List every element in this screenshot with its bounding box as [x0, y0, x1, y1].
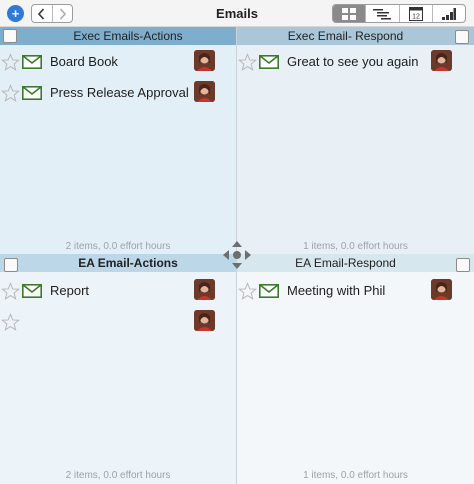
calendar-view-icon: 12 — [408, 7, 423, 21]
item-label: Board Book — [50, 54, 118, 69]
avatar — [194, 310, 215, 331]
item-label: Report — [50, 283, 90, 298]
star-icon[interactable] — [1, 282, 20, 301]
avatar — [431, 279, 452, 300]
toolbar: + Emails 12 — [0, 0, 474, 27]
star-icon[interactable] — [238, 282, 257, 301]
list-item[interactable]: Great to see you again — [237, 50, 474, 76]
mail-icon — [22, 55, 42, 69]
quadrant-checkbox[interactable] — [3, 29, 17, 43]
add-button[interactable]: + — [7, 5, 24, 22]
forward-button[interactable] — [51, 5, 72, 22]
chevron-left-icon — [38, 7, 45, 20]
quadrant-header: Exec Emails-Actions — [0, 27, 236, 45]
mail-icon — [22, 284, 42, 298]
avatar — [194, 81, 215, 102]
mail-icon — [22, 86, 42, 100]
chevron-right-icon — [59, 7, 67, 20]
item-label: Great to see you again — [287, 54, 419, 69]
move-arrows-icon[interactable] — [221, 239, 253, 271]
mail-icon — [259, 55, 279, 69]
quadrant-header: Exec Email- Respond — [237, 27, 474, 45]
quadrant-ea-email-actions[interactable]: EA Email-Actions Report 2 items, 0.0 eff… — [0, 254, 237, 484]
item-label: Meeting with Phil — [287, 283, 386, 298]
calendar-view-button[interactable]: 12 — [398, 5, 432, 22]
quadrant-checkbox[interactable] — [4, 258, 18, 272]
star-icon[interactable] — [238, 53, 257, 72]
avatar — [194, 50, 215, 71]
navigation-buttons — [31, 4, 73, 23]
view-switcher: 12 — [332, 4, 466, 23]
outline-view-icon — [373, 8, 392, 19]
star-icon[interactable] — [1, 84, 20, 103]
quadrant-footer: 2 items, 0.0 effort hours — [65, 470, 171, 481]
mail-icon — [259, 284, 279, 298]
quadrant-header: EA Email-Actions — [0, 254, 236, 272]
grid-view-button[interactable] — [333, 5, 366, 22]
quadrant-checkbox[interactable] — [455, 30, 469, 44]
list-item[interactable]: Report — [0, 279, 237, 305]
star-icon[interactable] — [1, 53, 20, 72]
list-item[interactable]: Board Book — [0, 50, 237, 76]
quadrant-footer: 1 items, 0.0 effort hours — [303, 241, 408, 252]
outline-view-button[interactable] — [365, 5, 398, 22]
avatar — [431, 50, 452, 71]
list-item[interactable] — [0, 310, 237, 336]
svg-text:12: 12 — [412, 14, 420, 21]
chart-view-icon — [441, 7, 456, 20]
quadrant-exec-emails-actions[interactable]: Exec Emails-Actions Board Book Press Rel… — [0, 27, 237, 254]
quadrant-header: EA Email-Respond — [237, 254, 474, 272]
quadrant-exec-email-respond[interactable]: Exec Email- Respond Great to see you aga… — [237, 27, 474, 254]
avatar — [194, 279, 215, 300]
quadrant-footer: 1 items, 0.0 effort hours — [303, 470, 408, 481]
list-item[interactable]: Meeting with Phil — [237, 279, 474, 305]
list-item[interactable]: Press Release Approval — [0, 81, 237, 107]
grid-view-icon — [342, 7, 357, 20]
quadrant-footer: 2 items, 0.0 effort hours — [65, 241, 171, 252]
item-label: Press Release Approval — [50, 85, 189, 100]
chart-view-button[interactable] — [431, 5, 465, 22]
star-icon[interactable] — [1, 313, 20, 332]
quadrant-ea-email-respond[interactable]: EA Email-Respond Meeting with Phil 1 ite… — [237, 254, 474, 484]
back-button[interactable] — [32, 5, 52, 22]
quadrant-checkbox[interactable] — [456, 258, 470, 272]
